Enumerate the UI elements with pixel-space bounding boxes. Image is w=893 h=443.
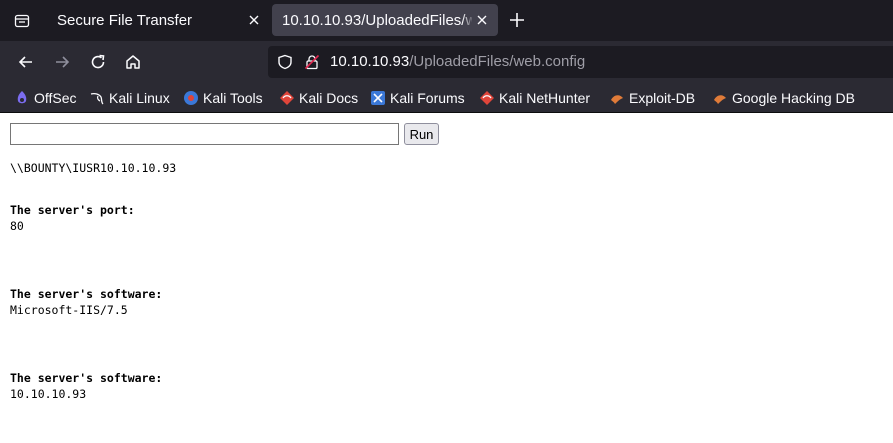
forward-button[interactable] [50, 50, 74, 74]
home-button[interactable] [121, 50, 145, 74]
reload-icon [91, 54, 105, 69]
tab-strip: Secure File Transfer 10.10.10.93/Uploade… [0, 0, 893, 41]
navigation-toolbar: 10.10.10.93/UploadedFiles/web.config [0, 41, 893, 83]
page-content: Run \\BOUNTY\IUSR10.10.10.93 The server'… [0, 114, 893, 443]
section-heading-port: The server's port: [10, 203, 135, 217]
bookmark-kali-nethunter[interactable]: Kali NetHunter [479, 89, 590, 107]
tracking-protection-shield-icon[interactable] [277, 54, 293, 70]
kali-docs-icon [280, 91, 294, 105]
kali-nethunter-icon [480, 91, 494, 105]
url-path: /UploadedFiles/web.config [409, 53, 586, 70]
forward-arrow-icon [56, 56, 70, 68]
url-text[interactable]: 10.10.10.93/UploadedFiles/web.config [330, 53, 585, 70]
bookmarks-toolbar: OffSec Kali Linux Kali Tools Kali Docs K… [0, 83, 893, 113]
back-arrow-icon [18, 56, 32, 68]
close-icon[interactable] [246, 12, 262, 28]
firefox-view-button[interactable] [0, 0, 43, 41]
section-value-address: 10.10.10.93 [10, 387, 87, 401]
offsec-icon [17, 91, 27, 104]
bookmark-label: OffSec [34, 90, 77, 106]
home-icon [126, 55, 140, 69]
command-input[interactable] [10, 123, 399, 145]
bookmark-kali-tools[interactable]: Kali Tools [183, 89, 263, 107]
url-bar[interactable]: 10.10.10.93/UploadedFiles/web.config [268, 46, 893, 78]
bookmark-kali-forums[interactable]: Kali Forums [370, 89, 465, 107]
kali-dragon-icon [90, 92, 104, 105]
exploit-db-icon [611, 95, 623, 104]
tab-web-config[interactable]: 10.10.10.93/UploadedFiles/web.config [272, 4, 498, 36]
bookmark-label: Exploit-DB [629, 90, 696, 106]
tab-secure-file-transfer[interactable]: Secure File Transfer [44, 4, 270, 36]
section-heading-software-2: The server's software: [10, 371, 163, 385]
back-button[interactable] [14, 50, 38, 74]
bookmark-label: Kali Docs [299, 90, 359, 106]
url-host: 10.10.10.93 [330, 53, 410, 70]
bookmark-kali-docs[interactable]: Kali Docs [279, 89, 358, 107]
section-value-software: Microsoft-IIS/7.5 [10, 303, 128, 317]
bookmark-exploit-db[interactable]: Exploit-DB [609, 89, 695, 107]
firefox-view-icon [14, 14, 29, 27]
whoami-output: \\BOUNTY\IUSR10.10.10.93 [10, 161, 177, 175]
run-button[interactable]: Run [404, 123, 439, 145]
kali-forums-icon [371, 91, 385, 105]
ghdb-icon [714, 95, 726, 104]
kali-tools-icon [184, 91, 198, 105]
bookmark-label: Kali NetHunter [499, 90, 591, 106]
insecure-lock-icon[interactable] [304, 54, 320, 70]
bookmark-label: Google Hacking DB [732, 90, 855, 106]
section-value-port: 80 [10, 219, 24, 233]
bookmark-kali-linux[interactable]: Kali Linux [89, 89, 170, 107]
bookmark-offsec[interactable]: OffSec [14, 89, 77, 107]
bookmark-google-hacking-db[interactable]: Google Hacking DB [712, 89, 855, 107]
section-heading-software: The server's software: [10, 287, 163, 301]
bookmark-label: Kali Tools [203, 90, 263, 106]
reload-button[interactable] [86, 50, 110, 74]
new-tab-icon[interactable] [505, 8, 529, 32]
bookmark-label: Kali Linux [109, 90, 170, 106]
close-icon[interactable] [474, 12, 490, 28]
tab-label: 10.10.10.93/UploadedFiles/web.config [282, 11, 472, 29]
tab-label: Secure File Transfer [57, 11, 193, 29]
bookmark-label: Kali Forums [390, 90, 465, 106]
